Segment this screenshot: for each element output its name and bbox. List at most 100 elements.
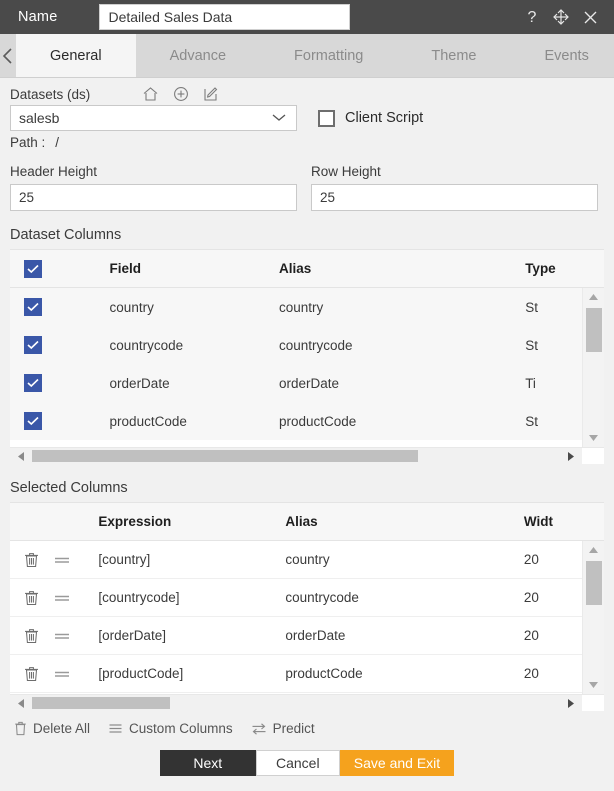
datasets-actions — [142, 86, 219, 102]
datasets-label: Datasets (ds) — [10, 86, 91, 102]
tab-events[interactable]: Events — [510, 34, 614, 77]
tab-general[interactable]: General — [16, 34, 136, 77]
drag-handle-icon[interactable] — [53, 631, 99, 641]
name-input[interactable]: Detailed Sales Data — [99, 4, 351, 30]
drag-handle-icon[interactable] — [53, 555, 99, 565]
close-icon[interactable] — [580, 6, 600, 28]
client-script-checkbox[interactable]: Client Script — [318, 109, 423, 127]
header-expression: Expression — [98, 514, 172, 529]
drag-handle-icon[interactable] — [53, 669, 99, 679]
plus-circle-icon[interactable] — [173, 86, 189, 102]
dialog-footer: Next Cancel Save and Exit — [10, 736, 604, 776]
scroll-left-icon[interactable] — [10, 698, 32, 709]
path-label: Path : — [10, 135, 46, 150]
cell-expression: [countrycode] — [98, 590, 180, 605]
scrollbar-corner — [582, 448, 604, 464]
header-field: Field — [109, 261, 142, 276]
edit-pencil-icon[interactable] — [203, 86, 219, 102]
cell-alias: country — [278, 299, 324, 315]
vscrollbar-thumb[interactable] — [586, 308, 602, 352]
table-row[interactable]: [orderDate] orderDate 20 — [10, 617, 604, 655]
dataset-columns-title: Dataset Columns — [10, 227, 122, 243]
header-height-label: Header Height — [10, 164, 98, 179]
drag-handle-icon[interactable] — [53, 593, 99, 603]
hscrollbar-track[interactable] — [32, 697, 560, 709]
table-row[interactable]: [productCode] productCode 20 — [10, 655, 604, 693]
selected-columns-vscrollbar[interactable] — [582, 541, 604, 694]
save-and-exit-button[interactable]: Save and Exit — [339, 750, 455, 776]
home-icon[interactable] — [142, 86, 159, 102]
table-row[interactable]: [country] country 20 — [10, 541, 604, 579]
selected-columns-table: Expression Alias Widt [country] country — [10, 502, 604, 694]
hscrollbar-thumb[interactable] — [32, 450, 418, 462]
tab-formatting[interactable]: Formatting — [260, 34, 397, 77]
cell-expression: [country] — [98, 552, 151, 567]
row-checkbox[interactable] — [10, 336, 54, 354]
scroll-right-icon[interactable] — [560, 448, 582, 464]
scroll-right-icon[interactable] — [560, 695, 582, 711]
next-button[interactable]: Next — [159, 750, 256, 776]
titlebar-actions: ? — [522, 6, 604, 28]
trash-icon[interactable] — [10, 666, 53, 682]
table-row[interactable]: country country St — [10, 288, 604, 326]
table-row[interactable]: [countrycode] countrycode 20 — [10, 579, 604, 617]
table-row[interactable]: productCode productCode St — [10, 402, 604, 440]
select-all-checkbox[interactable] — [10, 259, 54, 278]
question-mark-icon[interactable]: ? — [522, 6, 542, 28]
row-height-label: Row Height — [311, 164, 381, 179]
tab-theme[interactable]: Theme — [397, 34, 510, 77]
header-height-input[interactable]: 25 — [10, 184, 297, 211]
table-row[interactable]: countrycode countrycode St — [10, 326, 604, 364]
predict-label: Predict — [272, 721, 315, 736]
predict-button[interactable]: Predict — [251, 721, 315, 736]
cell-expression: [productCode] — [98, 666, 184, 681]
header-width: Widt — [523, 514, 553, 529]
table-row[interactable]: orderDate orderDate Ti — [10, 364, 604, 402]
delete-all-button[interactable]: Delete All — [14, 721, 90, 736]
scroll-left-icon[interactable] — [10, 451, 32, 462]
row-height-value: 25 — [320, 190, 336, 205]
scroll-down-icon[interactable] — [583, 676, 604, 694]
hscrollbar-track[interactable] — [32, 450, 560, 462]
dataset-select-value: salesb — [19, 110, 60, 126]
header-height-value: 25 — [19, 190, 35, 205]
row-checkbox[interactable] — [10, 412, 54, 430]
tab-events-label: Events — [544, 47, 589, 64]
scroll-down-icon[interactable] — [583, 429, 604, 447]
tab-advance[interactable]: Advance — [136, 34, 260, 77]
row-checkbox[interactable] — [10, 374, 54, 392]
custom-columns-button[interactable]: Custom Columns — [108, 721, 233, 736]
path-value: / — [55, 135, 60, 150]
trash-icon[interactable] — [10, 552, 53, 568]
dataset-select[interactable]: salesb — [10, 105, 297, 131]
cancel-button[interactable]: Cancel — [255, 750, 340, 776]
tab-advance-label: Advance — [169, 47, 227, 64]
size-fields: Header Height 25 Row Height 25 — [10, 150, 604, 211]
cell-field: productCode — [109, 413, 187, 429]
row-checkbox[interactable] — [10, 298, 54, 316]
cell-field: orderDate — [109, 375, 170, 391]
cell-expression: [orderDate] — [98, 628, 166, 643]
dataset-columns-hscrollbar[interactable] — [10, 447, 604, 464]
columns-toolbar: Delete All Custom Columns Predict — [10, 711, 604, 736]
header-height-field: Header Height 25 — [10, 164, 297, 211]
row-height-field: Row Height 25 — [311, 164, 598, 211]
hscrollbar-thumb[interactable] — [32, 697, 170, 709]
move-icon[interactable] — [551, 6, 571, 28]
chevron-left-icon[interactable] — [0, 34, 16, 77]
trash-icon[interactable] — [10, 590, 53, 606]
chevron-down-icon — [270, 110, 288, 126]
datagrid-wizard-dialog: Name Detailed Sales Data ? General Advan… — [0, 0, 614, 791]
checkbox-checked — [24, 336, 42, 354]
name-label: Name — [18, 9, 58, 25]
dataset-columns-vscrollbar[interactable] — [582, 288, 604, 447]
cell-alias: countrycode — [278, 337, 353, 353]
scroll-up-icon[interactable] — [583, 541, 604, 559]
vscrollbar-thumb[interactable] — [586, 561, 602, 605]
cell-alias: countrycode — [285, 590, 359, 605]
selected-columns-hscrollbar[interactable] — [10, 694, 604, 711]
cell-alias: orderDate — [285, 628, 346, 643]
trash-icon[interactable] — [10, 628, 53, 644]
row-height-input[interactable]: 25 — [311, 184, 598, 211]
scroll-up-icon[interactable] — [583, 288, 604, 306]
